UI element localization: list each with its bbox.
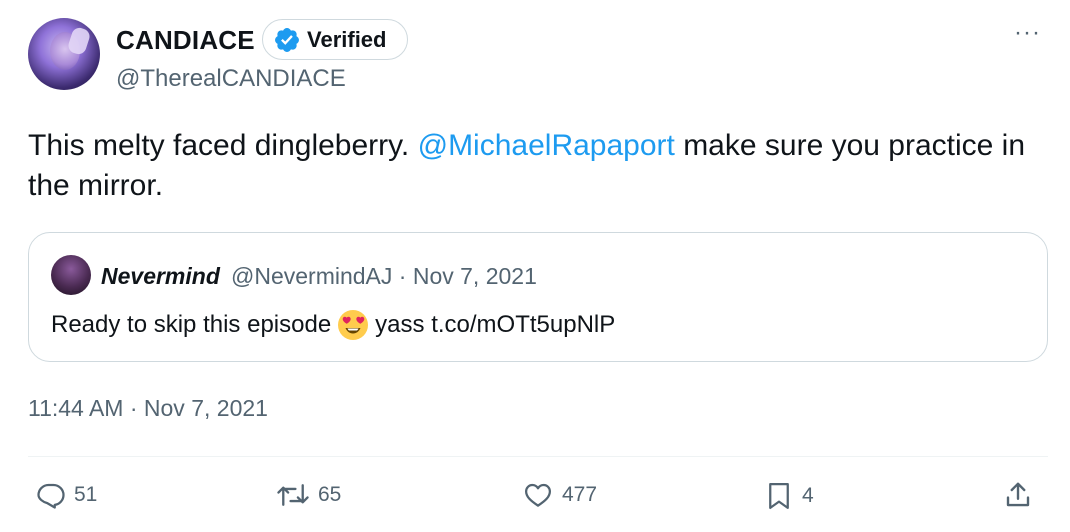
quoted-avatar (51, 255, 91, 295)
reply-button[interactable]: 51 (36, 480, 97, 510)
share-button[interactable] (1003, 480, 1033, 510)
quoted-text: Ready to skip this episode yass t.co/mOT… (51, 309, 615, 341)
bookmark-button[interactable]: 4 (764, 480, 814, 512)
retweet-icon (277, 484, 309, 506)
divider (28, 456, 1048, 457)
tweet-text-before: This melty faced dingleberry. (28, 129, 418, 162)
heart-eyes-emoji (338, 310, 369, 340)
like-count: 477 (562, 483, 598, 506)
verified-label: Verified (307, 26, 387, 52)
author-name[interactable]: CANDIACE (116, 25, 255, 56)
heart-icon (525, 483, 551, 507)
quoted-text-after: yass t.co/mOTt5upNlP (375, 311, 616, 338)
bookmark-icon (769, 483, 789, 509)
reply-icon (37, 483, 65, 509)
verified-badge-icon (275, 27, 299, 52)
reply-count: 51 (74, 483, 98, 506)
share-icon (1006, 482, 1030, 507)
verified-pill[interactable]: Verified (262, 19, 408, 60)
quoted-tweet[interactable]: Nevermind @NevermindAJ · Nov 7, 2021 Rea… (28, 232, 1048, 362)
retweet-button[interactable]: 65 (276, 480, 341, 510)
bookmark-count: 4 (802, 484, 814, 507)
quoted-author-name: Nevermind (101, 263, 220, 289)
mention-link[interactable]: @MichaelRapaport (418, 129, 675, 162)
tweet-timestamp[interactable]: 11:44 AM · Nov 7, 2021 (28, 395, 268, 422)
quoted-text-before: Ready to skip this episode (51, 311, 332, 338)
author-handle[interactable]: @TherealCANDIACE (116, 65, 346, 93)
more-icon[interactable]: ··· (1014, 21, 1041, 45)
author-avatar[interactable] (28, 18, 100, 90)
retweet-count: 65 (318, 483, 342, 506)
quoted-meta: @NevermindAJ · Nov 7, 2021 (231, 263, 537, 289)
tweet-text: This melty faced dingleberry. @MichaelRa… (28, 126, 1048, 206)
like-button[interactable]: 477 (522, 480, 597, 510)
